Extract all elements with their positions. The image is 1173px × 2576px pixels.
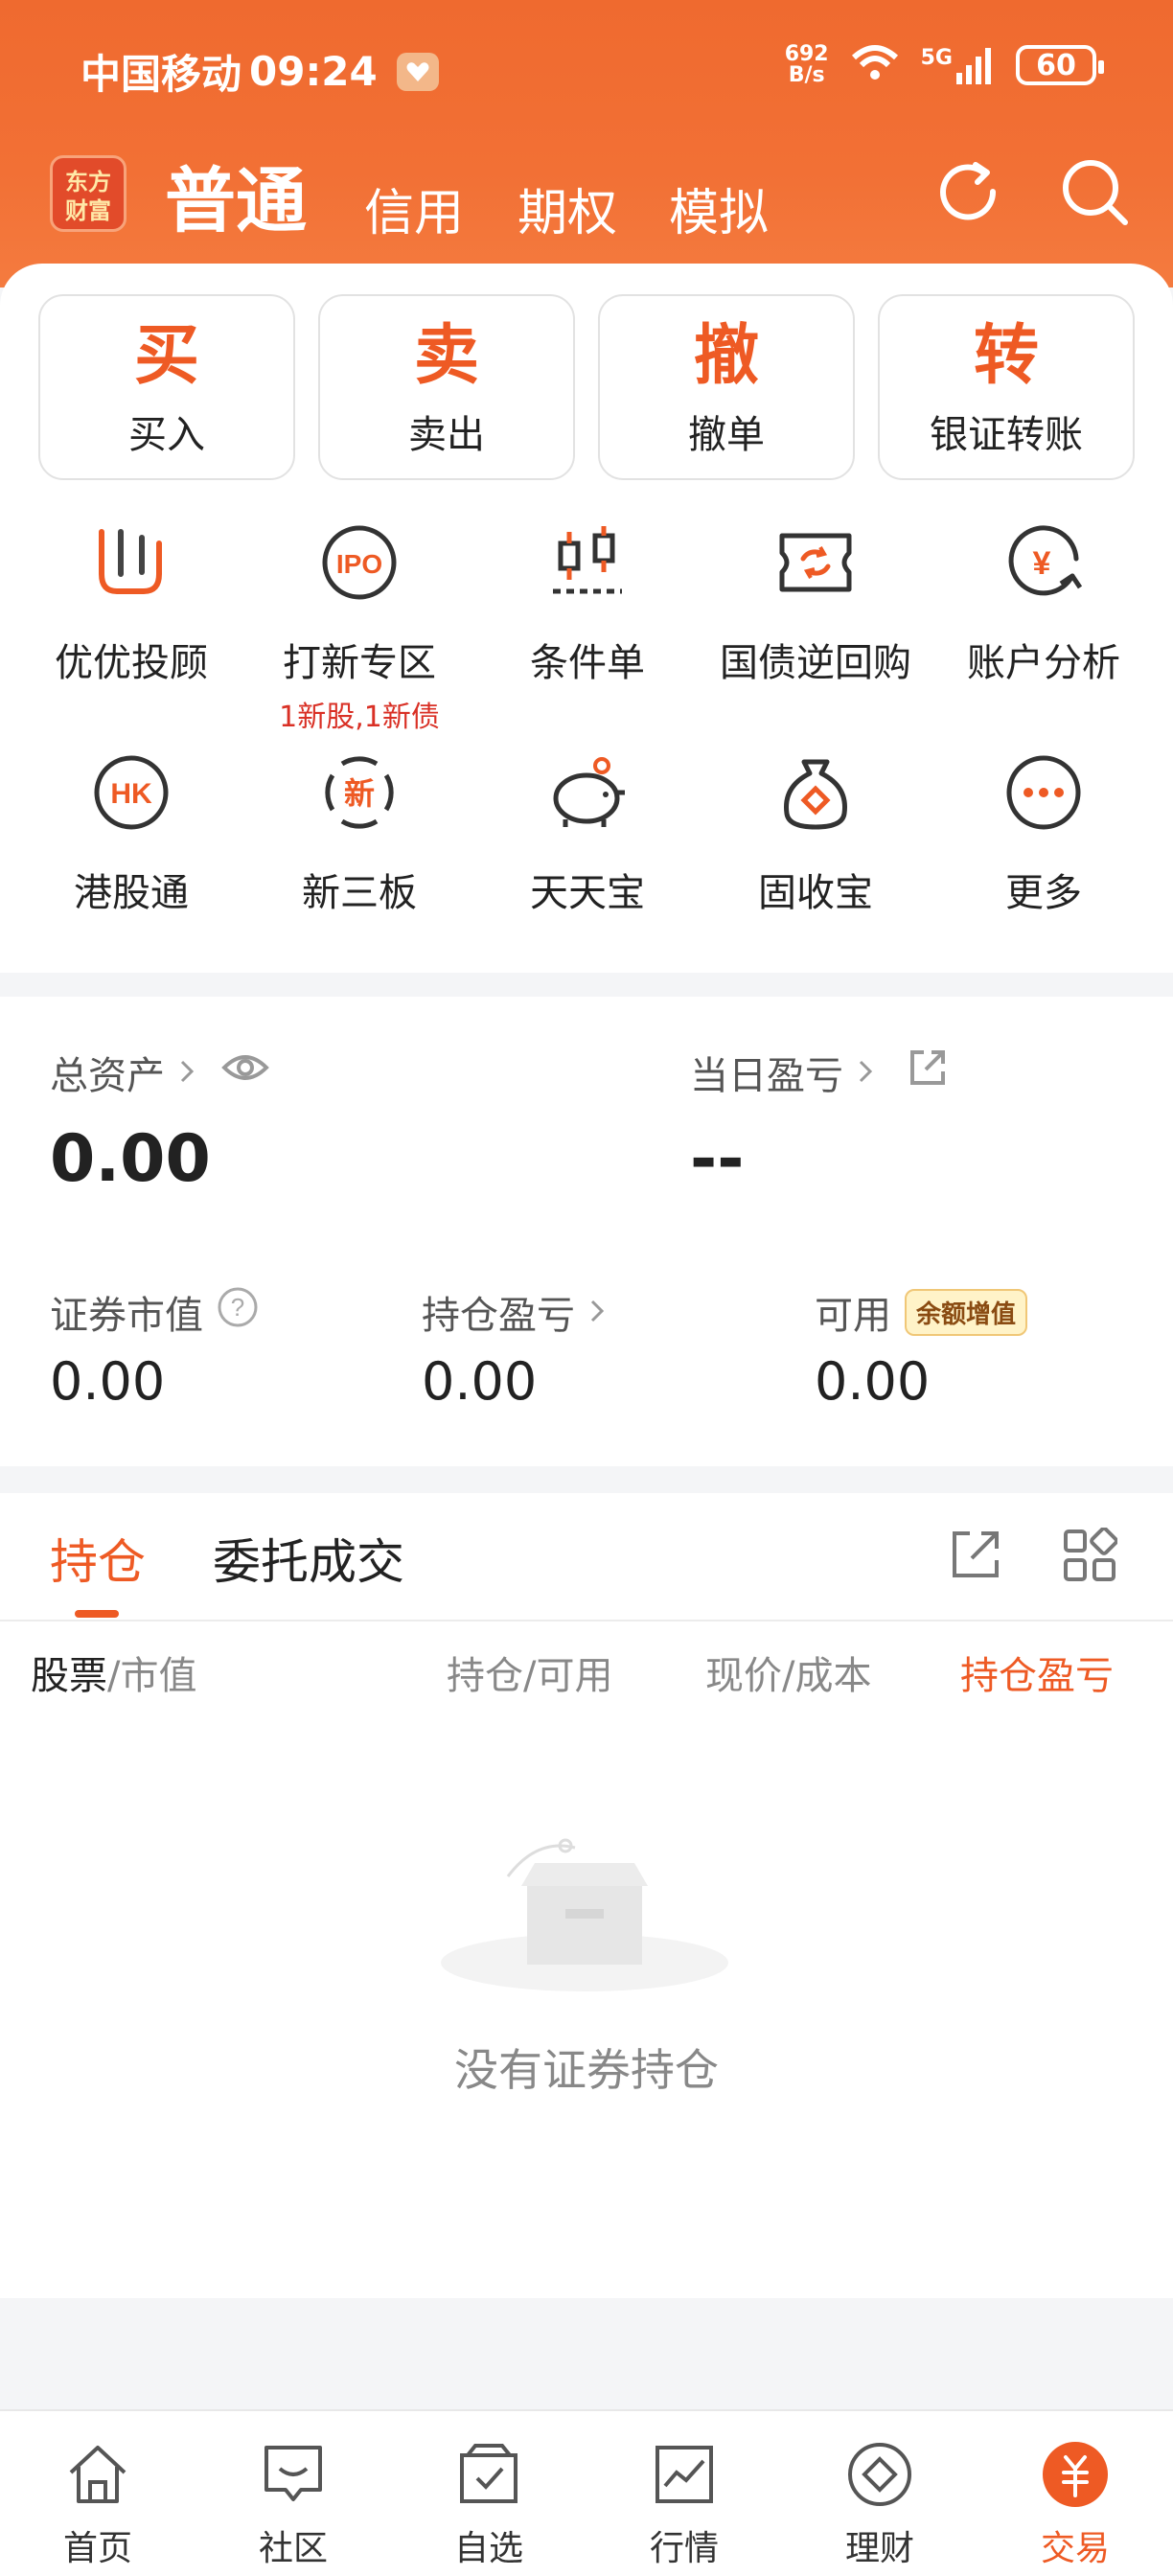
chevron-right-icon bbox=[588, 1290, 606, 1334]
grid-item-tiantianbao[interactable]: 天天宝 bbox=[473, 745, 702, 975]
tab-credit[interactable]: 信用 bbox=[364, 172, 464, 244]
carrier: 中国移动 bbox=[80, 51, 242, 98]
total-assets-value: 0.00 bbox=[50, 1121, 211, 1197]
grid-item-account-analysis[interactable]: ¥ 账户分析 bbox=[930, 515, 1158, 745]
quick-actions: 买 买入 卖 卖出 撤 撤单 转 银证转账 bbox=[38, 294, 1135, 480]
tab-active-underline bbox=[75, 1610, 119, 1618]
yield-badge[interactable]: 余额增值 bbox=[905, 1288, 1028, 1336]
watchlist-icon bbox=[450, 2436, 527, 2513]
grid-view-icon[interactable] bbox=[1062, 1527, 1118, 1587]
reverse-repo-icon bbox=[768, 515, 863, 610]
market-icon bbox=[646, 2436, 723, 2513]
home-icon bbox=[59, 2436, 136, 2513]
condition-order-icon bbox=[540, 515, 635, 610]
bank-transfer-button[interactable]: 转 银证转账 bbox=[878, 294, 1135, 480]
sell-button[interactable]: 卖 卖出 bbox=[318, 294, 575, 480]
col-hold-header[interactable]: 持仓/可用 bbox=[447, 1644, 612, 1700]
empty-box-illustration bbox=[422, 1809, 748, 1995]
nav-trade[interactable]: 交易 bbox=[978, 2411, 1173, 2576]
svg-text:HK: HK bbox=[110, 778, 152, 810]
nav-wealth[interactable]: 理财 bbox=[782, 2411, 978, 2576]
help-icon[interactable]: ? bbox=[217, 1286, 259, 1338]
account-analysis-icon: ¥ bbox=[996, 515, 1092, 610]
heart-icon bbox=[396, 52, 439, 91]
grid-item-more[interactable]: 更多 bbox=[930, 745, 1158, 975]
market-value: 0.00 bbox=[50, 1351, 166, 1412]
buy-button[interactable]: 买 买入 bbox=[38, 294, 295, 480]
divider bbox=[0, 1620, 1173, 1622]
empty-state-text: 没有证券持仓 bbox=[454, 2044, 719, 2096]
chevron-right-icon bbox=[178, 1050, 196, 1094]
grid-item-reverse-repo[interactable]: 国债逆回购 bbox=[702, 515, 930, 745]
status-right: 692 B/s 5G 60 bbox=[784, 42, 1104, 87]
grid-item-youyou[interactable]: 优优投顾 bbox=[17, 515, 245, 745]
available-value: 0.00 bbox=[815, 1351, 931, 1412]
tab-positions[interactable]: 持仓 bbox=[50, 1524, 146, 1593]
search-icon[interactable] bbox=[1058, 155, 1131, 232]
hk-connect-icon: HK bbox=[83, 745, 179, 840]
nav-market[interactable]: 行情 bbox=[586, 2411, 782, 2576]
daily-pl-link[interactable]: 当日盈亏 bbox=[690, 1045, 949, 1100]
clock: 09:24 bbox=[249, 48, 378, 95]
col-price-header[interactable]: 现价/成本 bbox=[705, 1644, 871, 1700]
trade-icon bbox=[1037, 2436, 1114, 2513]
grid-item-hk-connect[interactable]: HK 港股通 bbox=[17, 745, 245, 975]
header-actions bbox=[932, 155, 1131, 232]
nav-community[interactable]: 社区 bbox=[196, 2411, 391, 2576]
grid-item-ipo[interactable]: IPO 打新专区 1新股,1新债 bbox=[245, 515, 473, 745]
net-speed: 692 B/s bbox=[784, 42, 829, 87]
total-assets-link[interactable]: 总资产 bbox=[50, 1045, 270, 1100]
daily-pl-value: -- bbox=[690, 1121, 745, 1197]
nav-home[interactable]: 首页 bbox=[0, 2411, 196, 2576]
trade-functions-card: 买 买入 卖 卖出 撤 撤单 转 银证转账 优优投顾 IPO 打新专区 1新股,… bbox=[0, 264, 1173, 973]
tab-normal[interactable]: 普通 bbox=[165, 144, 307, 246]
header: 中国移动 09:24 692 B/s 5G 60 东方 财富 普通 信用 期权 … bbox=[0, 0, 1173, 288]
eye-icon[interactable] bbox=[220, 1050, 270, 1094]
col-pl-header[interactable]: 持仓盈亏 bbox=[960, 1644, 1138, 1700]
wealth-icon bbox=[841, 2436, 918, 2513]
svg-text:?: ? bbox=[231, 1293, 244, 1322]
function-grid: 优优投顾 IPO 打新专区 1新股,1新债 条件单 国债逆回购 ¥ 账户分析 H… bbox=[0, 515, 1173, 975]
status-left: 中国移动 09:24 bbox=[80, 42, 439, 101]
tab-simulation[interactable]: 模拟 bbox=[669, 172, 769, 244]
ipo-badge-text: 1新股,1新债 bbox=[279, 701, 440, 734]
tab-options[interactable]: 期权 bbox=[518, 172, 617, 244]
cellular-signal-icon: 5G bbox=[921, 46, 995, 84]
positions-card: 持仓 委托成交 股票/市值 持仓/可用 现价/成本 持仓盈亏 没有证券持仓 bbox=[0, 1493, 1173, 2298]
brand-logo: 东方 财富 bbox=[50, 155, 126, 232]
youyou-icon bbox=[83, 515, 179, 610]
market-value-label: 证券市值 ? bbox=[50, 1284, 259, 1340]
bottom-nav: 首页 社区 自选 行情 理财 交易 bbox=[0, 2409, 1173, 2576]
battery-indicator: 60 bbox=[1016, 45, 1104, 85]
account-type-nav: 东方 财富 普通 信用 期权 模拟 bbox=[0, 144, 1173, 249]
tab-orders[interactable]: 委托成交 bbox=[213, 1524, 404, 1593]
more-icon bbox=[996, 745, 1092, 840]
chevron-right-icon bbox=[857, 1050, 874, 1094]
svg-text:¥: ¥ bbox=[1033, 545, 1051, 582]
community-icon bbox=[255, 2436, 332, 2513]
svg-text:IPO: IPO bbox=[336, 549, 382, 579]
piggy-bank-icon bbox=[540, 745, 635, 840]
grid-item-guoshoubao[interactable]: 固收宝 bbox=[702, 745, 930, 975]
available-label: 可用 余额增值 bbox=[815, 1284, 1028, 1340]
neeq-icon: 新 bbox=[311, 745, 407, 840]
refresh-icon[interactable] bbox=[932, 155, 1004, 232]
external-link-icon[interactable] bbox=[907, 1046, 949, 1098]
grid-item-condition-order[interactable]: 条件单 bbox=[473, 515, 702, 745]
wifi-icon bbox=[850, 44, 900, 86]
cancel-order-button[interactable]: 撤 撤单 bbox=[598, 294, 855, 480]
svg-text:新: 新 bbox=[344, 775, 375, 812]
status-bar: 中国移动 09:24 692 B/s 5G 60 bbox=[0, 0, 1173, 134]
position-pl-value: 0.00 bbox=[422, 1351, 538, 1412]
share-icon[interactable] bbox=[949, 1528, 1002, 1585]
position-pl-link[interactable]: 持仓盈亏 bbox=[422, 1284, 606, 1340]
grid-item-neeq[interactable]: 新 新三板 bbox=[245, 745, 473, 975]
money-bag-icon bbox=[768, 745, 863, 840]
col-stock-header[interactable]: 股票/市值 bbox=[31, 1644, 196, 1700]
ipo-icon: IPO bbox=[311, 515, 407, 610]
nav-watchlist[interactable]: 自选 bbox=[391, 2411, 586, 2576]
assets-card: 总资产 0.00 当日盈亏 -- 证券市值 ? 0.00 持仓盈亏 0.00 可… bbox=[0, 997, 1173, 1466]
